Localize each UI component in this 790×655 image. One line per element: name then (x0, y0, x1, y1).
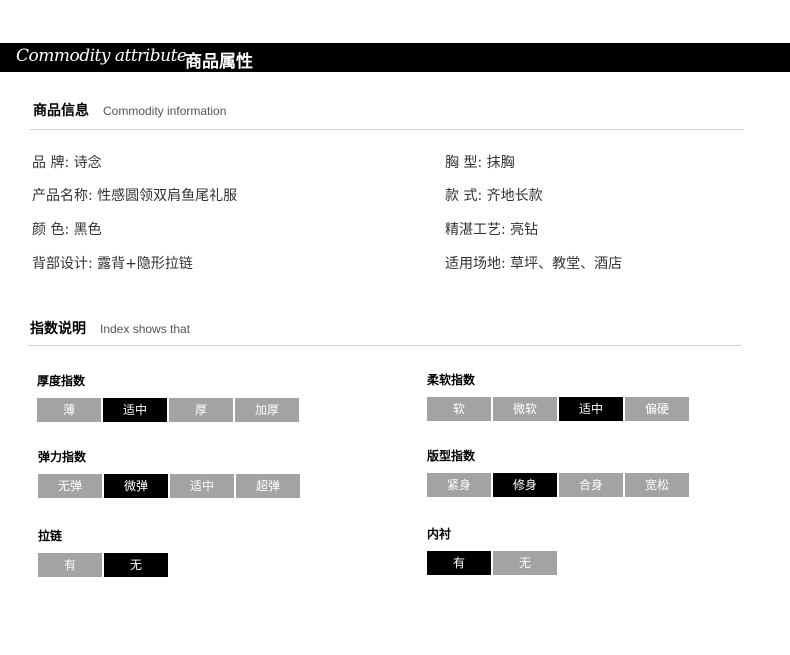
info-title-cn: 商品信息 (33, 103, 89, 119)
index-options: 软微软 适中 偏硬 (427, 397, 691, 421)
info-color: 颜 色: 黑色 (32, 222, 102, 238)
index-label: 拉链 (38, 529, 63, 543)
index-title-en: Index shows that (100, 322, 191, 336)
softness-index: 柔软指数 软微软 适中 偏硬 (427, 372, 691, 421)
index-option: 无弹 (38, 474, 102, 498)
index-option: 软 (427, 397, 491, 421)
index-options: 有无 (38, 553, 170, 577)
index-label: 版型指数 (427, 449, 476, 463)
index-option: 适中 (559, 397, 623, 421)
index-option: 合身 (559, 473, 623, 497)
zipper-index: 拉链 有无 (38, 528, 170, 577)
info-section-title: 商品信息 Commodity information (33, 100, 226, 120)
index-option: 薄 (37, 398, 101, 422)
index-option: 超弹 (236, 474, 300, 498)
info-divider (30, 129, 744, 130)
header-banner: Commodity attribute 商品属性 (0, 43, 790, 72)
index-label: 弹力指数 (38, 450, 87, 464)
index-option: 加厚 (235, 398, 299, 422)
fit-index: 版型指数 紧身 修身 合身 宽松 (427, 448, 691, 497)
index-title-cn: 指数说明 (30, 321, 86, 337)
index-label: 厚度指数 (37, 374, 86, 388)
info-bust-type: 胸 型: 抹胸 (445, 155, 515, 171)
info-product-name: 产品名称: 性感圆领双肩鱼尾礼服 (32, 188, 238, 204)
info-style: 款 式: 齐地长款 (445, 188, 543, 204)
index-option: 紧身 (427, 473, 491, 497)
index-divider (28, 345, 741, 346)
index-option: 微软 (493, 397, 557, 421)
index-options: 无弹 微弹 适中 超弹 (38, 474, 302, 498)
index-option: 修身 (493, 473, 557, 497)
index-label: 内衬 (427, 527, 452, 541)
thickness-index: 厚度指数 薄适中厚加厚 (37, 373, 301, 422)
index-options: 紧身 修身 合身 宽松 (427, 473, 691, 497)
index-option: 有 (38, 553, 102, 577)
info-craft: 精湛工艺: 亮钻 (445, 222, 539, 238)
info-brand: 品 牌: 诗念 (32, 155, 102, 171)
index-section-title: 指数说明 Index shows that (30, 318, 190, 338)
banner-title-en: Commodity attribute (16, 46, 187, 66)
info-back-design: 背部设计: 露背+隐形拉链 (32, 256, 193, 272)
lining-index: 内衬 有无 (427, 526, 559, 575)
info-venue: 适用场地: 草坪、教堂、酒店 (445, 256, 623, 272)
index-label: 柔软指数 (427, 373, 476, 387)
index-options: 有无 (427, 551, 559, 575)
index-option: 无 (104, 553, 168, 577)
index-option: 偏硬 (625, 397, 689, 421)
index-option: 适中 (103, 398, 167, 422)
index-option: 无 (493, 551, 557, 575)
elasticity-index: 弹力指数 无弹 微弹 适中 超弹 (38, 449, 302, 498)
index-option: 微弹 (104, 474, 168, 498)
index-option: 宽松 (625, 473, 689, 497)
index-option: 适中 (170, 474, 234, 498)
index-options: 薄适中厚加厚 (37, 398, 301, 422)
banner-title-cn: 商品属性 (185, 52, 253, 72)
index-option: 厚 (169, 398, 233, 422)
info-title-en: Commodity information (103, 104, 227, 118)
index-option: 有 (427, 551, 491, 575)
